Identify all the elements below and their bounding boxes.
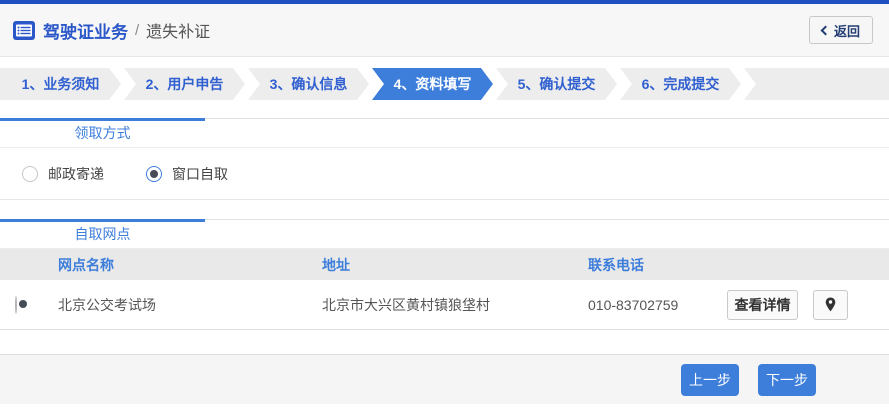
page: 驾驶证业务 / 遗失补证 返回 1、业务须知 2、用户申告 3、确认信息 4、资… [0,0,889,415]
step-label: 3、确认信息 [269,76,348,92]
outlet-address: 北京市大兴区黄村镇狼垡村 [322,296,490,313]
pickup-outlets-tab: 自取网点 [0,219,889,249]
step-3[interactable]: 3、确认信息 [248,68,369,100]
breadcrumb-current: 遗失补证 [146,24,211,41]
step-label: 5、确认提交 [517,76,596,92]
radio-icon[interactable] [22,165,38,182]
pickup-outlets-section: 自取网点 网点名称 地址 联系电话 北京公交考试场 北京市大兴区黄村镇狼垡村 0… [0,219,889,330]
column-header-name: 网点名称 [58,256,114,273]
pickup-method-section: 领取方式 邮政寄递 窗口自取 [0,118,889,200]
outlet-name: 北京公交考试场 [58,296,156,313]
page-header: 驾驶证业务 / 遗失补证 返回 [0,4,889,57]
previous-step-button[interactable]: 上一步 [681,363,739,396]
outlet-table-header: 网点名称 地址 联系电话 [0,249,889,280]
step-label: 1、业务须知 [21,76,100,92]
step-label: 6、完成提交 [641,76,720,92]
step-6[interactable]: 6、完成提交 [620,68,741,100]
step-bar-filler [744,68,889,100]
next-step-button[interactable]: 下一步 [758,363,816,396]
location-pin-icon [825,297,836,312]
step-label: 2、用户申告 [145,76,224,92]
view-details-button[interactable]: 查看详情 [727,289,798,320]
page-title: 驾驶证业务 [43,22,128,42]
back-button-label: 返回 [833,23,860,39]
step-progress-bar: 1、业务须知 2、用户申告 3、确认信息 4、资料填写 5、确认提交 6、完成提… [0,68,889,100]
pickup-outlets-title: 自取网点 [74,226,131,242]
wizard-footer: 上一步 下一步 [0,354,889,404]
step-label: 4、资料填写 [393,76,472,92]
back-button[interactable]: 返回 [808,16,873,44]
radio-icon[interactable] [15,295,17,314]
pickup-method-options: 邮政寄递 窗口自取 [0,148,889,200]
step-5[interactable]: 5、确认提交 [496,68,617,100]
step-2[interactable]: 2、用户申告 [124,68,245,100]
chevron-left-icon [820,25,831,35]
breadcrumb: 驾驶证业务 / 遗失补证 [13,18,210,43]
breadcrumb-separator: / [135,21,140,39]
column-header-phone: 联系电话 [588,256,644,273]
outlet-select-cell[interactable] [0,295,58,314]
map-location-button[interactable] [813,289,848,320]
outlet-table-row: 北京公交考试场 北京市大兴区黄村镇狼垡村 010-83702759 查看详情 [0,280,889,330]
column-header-address: 地址 [322,256,350,273]
radio-option-postal[interactable]: 邮政寄递 [22,164,104,184]
step-4[interactable]: 4、资料填写 [372,68,493,100]
outlet-actions: 查看详情 [718,289,889,320]
step-1[interactable]: 1、业务须知 [0,68,121,100]
radio-icon[interactable] [146,165,162,182]
outlet-phone: 010-83702759 [588,296,679,313]
radio-option-label: 邮政寄递 [48,165,104,182]
radio-option-window-pickup[interactable]: 窗口自取 [146,164,228,184]
radio-option-label: 窗口自取 [172,165,228,182]
license-form-icon [13,20,35,40]
pickup-method-tab: 领取方式 [0,118,889,148]
pickup-method-title: 领取方式 [74,125,131,141]
